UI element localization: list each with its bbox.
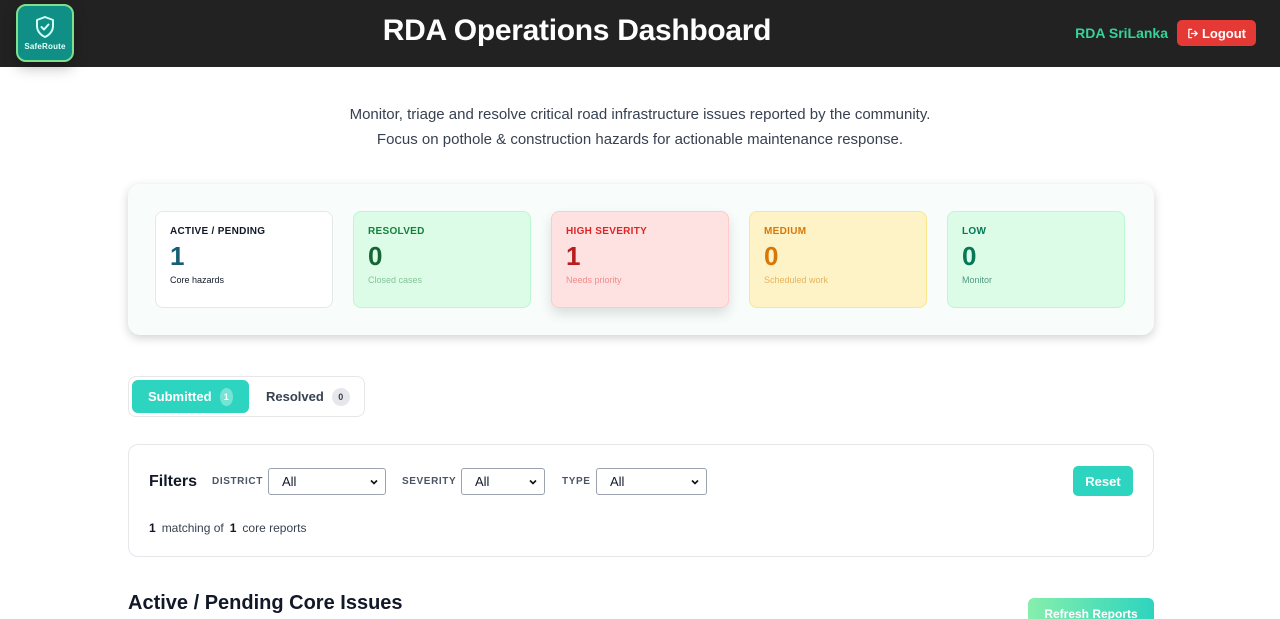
intro-line-2: Focus on pothole & construction hazards … [376, 131, 904, 148]
stat-value: 1 [566, 241, 581, 271]
chevron-down-icon [370, 479, 378, 485]
stat-label: MEDIUM [764, 226, 807, 237]
page-title: RDA Operations Dashboard [382, 14, 772, 47]
stat-caption: Scheduled work [764, 275, 829, 285]
stat-value: 0 [368, 241, 383, 271]
district-label: DISTRICT [212, 476, 263, 487]
logout-icon [1188, 28, 1198, 38]
chevron-down-icon [691, 479, 699, 485]
logout-label: Logout [1201, 25, 1246, 41]
chevron-down-icon [529, 479, 537, 485]
tab-resolved[interactable]: Resolved 0 [250, 380, 366, 413]
top-bar: SafeRoute RDA Operations Dashboard RDA S… [0, 0, 1280, 67]
stat-label: RESOLVED [368, 226, 425, 237]
match-summary: 1 matching of 1 core reports [149, 521, 306, 535]
stat-card-resolved[interactable]: RESOLVED 0 Closed cases [353, 211, 531, 308]
tab-label: Resolved [266, 389, 324, 404]
district-select[interactable]: All [268, 468, 386, 495]
severity-label: SEVERITY [402, 476, 457, 487]
stat-card-low[interactable]: LOW 0 Monitor [947, 211, 1125, 308]
stat-label: ACTIVE / PENDING [170, 226, 266, 237]
stat-caption: Closed cases [368, 275, 423, 285]
severity-select[interactable]: All [461, 468, 545, 495]
match-text: matching of [161, 521, 224, 535]
total-count: 1 [229, 521, 237, 535]
intro-line-1: Monitor, triage and resolve critical roa… [349, 106, 931, 123]
severity-value: All [475, 474, 490, 489]
stat-card-active[interactable]: ACTIVE / PENDING 1 Core hazards [155, 211, 333, 308]
tab-submitted[interactable]: Submitted 1 [132, 380, 249, 413]
stat-caption: Monitor [962, 275, 993, 285]
total-text: core reports [242, 521, 307, 535]
filters-panel: Filters DISTRICT All SEVERITY All TYPE A… [128, 444, 1154, 557]
tab-count-badge: 1 [219, 387, 233, 406]
intro-text: Monitor, triage and resolve critical roa… [0, 102, 1280, 152]
tab-label: Submitted [148, 389, 212, 404]
type-label: TYPE [562, 476, 591, 487]
stat-value: 1 [170, 241, 185, 271]
status-tabs: Submitted 1 Resolved 0 [128, 376, 365, 417]
filters-title: Filters [149, 473, 198, 490]
district-value: All [282, 474, 297, 489]
stat-card-high-severity[interactable]: HIGH SEVERITY 1 Needs priority [551, 211, 729, 308]
match-count: 1 [149, 521, 156, 535]
stat-value: 0 [764, 241, 779, 271]
stat-label: LOW [962, 226, 987, 237]
tab-count-badge: 0 [331, 387, 350, 406]
stat-value: 0 [962, 241, 977, 271]
reset-button[interactable]: Reset [1073, 466, 1133, 496]
user-name: RDA SriLanka [1075, 25, 1168, 41]
refresh-reports-button[interactable]: Refresh Reports [1028, 598, 1154, 619]
logout-button[interactable]: Logout [1176, 20, 1256, 46]
type-value: All [610, 474, 625, 489]
stat-card-medium[interactable]: MEDIUM 0 Scheduled work [749, 211, 927, 308]
stat-caption: Core hazards [170, 275, 225, 285]
stats-panel: ACTIVE / PENDING 1 Core hazards RESOLVED… [128, 184, 1154, 335]
type-select[interactable]: All [596, 468, 707, 495]
section-title: Active / Pending Core Issues [128, 592, 403, 614]
stat-label: HIGH SEVERITY [566, 226, 648, 237]
stat-caption: Needs priority [566, 275, 622, 285]
